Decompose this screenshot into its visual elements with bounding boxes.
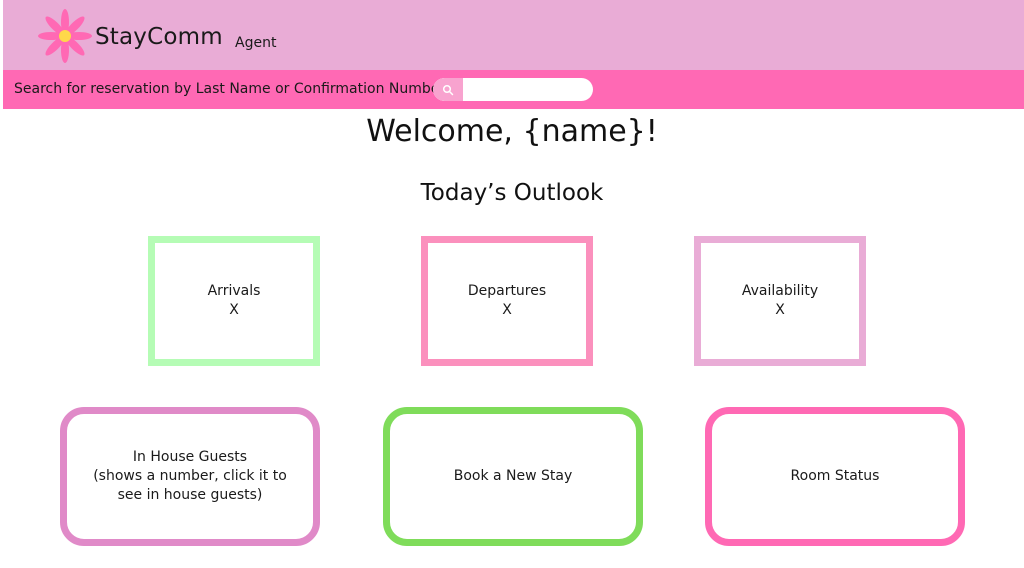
departures-value: X xyxy=(502,302,512,318)
in-house-guests-label: In House Guests (shows a number, click i… xyxy=(93,449,287,503)
search-input[interactable] xyxy=(463,78,593,101)
search-box xyxy=(433,78,593,101)
search-bar: Search for reservation by Last Name or C… xyxy=(3,70,1024,109)
flower-logo-icon xyxy=(38,9,92,63)
welcome-heading: Welcome, {name}! xyxy=(366,114,658,149)
departures-label: Departures xyxy=(467,283,547,299)
book-new-stay-label: Book a New Stay xyxy=(453,468,573,484)
room-status-button[interactable]: Room Status xyxy=(705,407,965,546)
availability-label: Availability xyxy=(741,283,819,299)
search-button[interactable] xyxy=(433,78,463,101)
brand-name: StayComm xyxy=(95,24,223,50)
arrivals-label: Arrivals xyxy=(207,283,261,299)
availability-value: X xyxy=(775,302,785,318)
outlook-heading: Today’s Outlook xyxy=(420,180,604,206)
search-label: Search for reservation by Last Name or C… xyxy=(14,81,446,97)
room-status-label: Room Status xyxy=(790,468,880,484)
top-header: StayComm Agent xyxy=(3,0,1024,70)
in-house-guests-button[interactable]: In House Guests (shows a number, click i… xyxy=(60,407,320,546)
search-icon xyxy=(442,84,454,95)
book-new-stay-button[interactable]: Book a New Stay xyxy=(383,407,643,546)
user-role-label: Agent xyxy=(235,35,277,51)
arrivals-value: X xyxy=(229,302,239,318)
arrivals-card: Arrivals X xyxy=(148,236,320,366)
availability-card: Availability X xyxy=(694,236,866,366)
departures-card: Departures X xyxy=(421,236,593,366)
